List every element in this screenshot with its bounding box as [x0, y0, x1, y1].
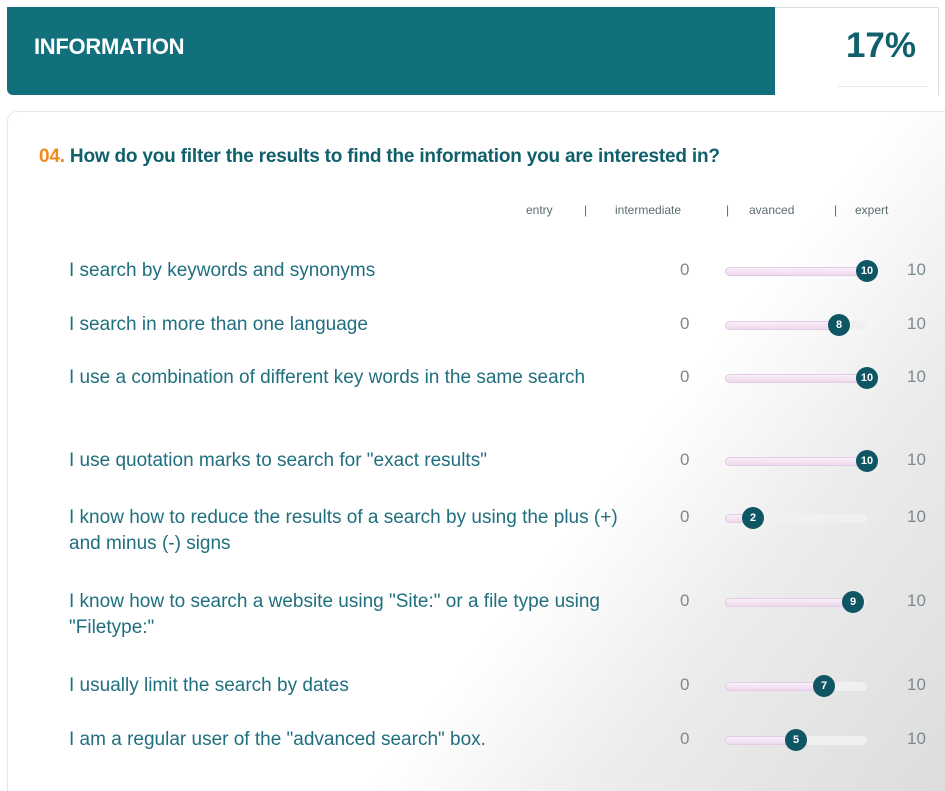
rating-item-label: I search by keywords and synonyms [69, 260, 376, 281]
rating-slider[interactable]: 9 [725, 591, 867, 613]
slider-fill [725, 457, 867, 466]
rating-slider[interactable]: 8 [725, 314, 867, 336]
scale-label-advanced: avanced [749, 203, 795, 217]
rating-item-label: I search in more than one language [69, 314, 368, 335]
slider-handle[interactable]: 7 [813, 675, 835, 697]
rating-slider[interactable]: 10 [725, 367, 878, 389]
slider-min-label: 0 [680, 450, 690, 469]
slider-fill [725, 374, 867, 383]
scale-separator: | [726, 203, 730, 217]
slider-handle[interactable]: 2 [742, 507, 764, 529]
rating-slider[interactable]: 10 [725, 260, 878, 282]
slider-min-label: 0 [680, 729, 690, 748]
section-header: INFORMATION 17% [7, 7, 939, 95]
rating-item-label: I use quotation marks to search for "exa… [69, 450, 487, 471]
slider-max-label: 10 [907, 314, 926, 333]
scale-label-intermediate: intermediate [615, 203, 682, 217]
slider-handle[interactable]: 5 [785, 729, 807, 751]
slider-fill [725, 682, 824, 691]
slider-max-label: 10 [907, 675, 926, 694]
rating-item-label: I know how to reduce the results of a se… [69, 507, 618, 554]
section-title: INFORMATION [34, 34, 185, 59]
scale-separator: | [584, 203, 588, 217]
slider-min-label: 0 [680, 507, 690, 526]
slider-min-label: 0 [680, 367, 690, 386]
slider-handle[interactable]: 9 [842, 591, 864, 613]
slider-fill [725, 598, 853, 607]
rating-slider[interactable]: 7 [725, 675, 867, 697]
slider-fill [725, 321, 839, 330]
slider-max-label: 10 [907, 367, 926, 386]
rating-item-label: I use a combination of different key wor… [69, 367, 586, 388]
progress-underline [838, 86, 928, 87]
rating-slider[interactable]: 10 [725, 450, 878, 472]
question-title: 04. How do you filter the results to fin… [39, 146, 720, 168]
slider-handle[interactable]: 10 [856, 367, 878, 389]
rating-slider[interactable]: 2 [725, 507, 867, 529]
progress-box: 17% [775, 7, 939, 95]
rating-slider[interactable]: 5 [725, 729, 867, 751]
rating-item-label: I know how to search a website using "Si… [69, 591, 600, 638]
rating-item-label: I am a regular user of the "advanced sea… [69, 729, 486, 750]
slider-min-label: 0 [680, 591, 690, 610]
slider-max-label: 10 [907, 729, 926, 748]
slider-handle[interactable]: 10 [856, 260, 878, 282]
question-card: 04. How do you filter the results to fin… [7, 111, 945, 791]
scale-label-expert: expert [855, 203, 889, 217]
slider-min-label: 0 [680, 260, 690, 279]
slider-max-label: 10 [907, 260, 926, 279]
slider-min-label: 0 [680, 675, 690, 694]
slider-fill [725, 267, 867, 276]
slider-handle[interactable]: 8 [828, 314, 850, 336]
slider-max-label: 10 [907, 450, 926, 469]
slider-max-label: 10 [907, 507, 926, 526]
progress-percent: 17% [845, 26, 916, 65]
slider-handle[interactable]: 10 [856, 450, 878, 472]
slider-min-label: 0 [680, 314, 690, 333]
rating-item-label: I usually limit the search by dates [69, 675, 349, 696]
scale-label-entry: entry [526, 203, 553, 217]
question-number: 04. [39, 146, 65, 167]
scale-separator: | [834, 203, 838, 217]
slider-max-label: 10 [907, 591, 926, 610]
question-text: How do you filter the results to find th… [69, 146, 720, 167]
